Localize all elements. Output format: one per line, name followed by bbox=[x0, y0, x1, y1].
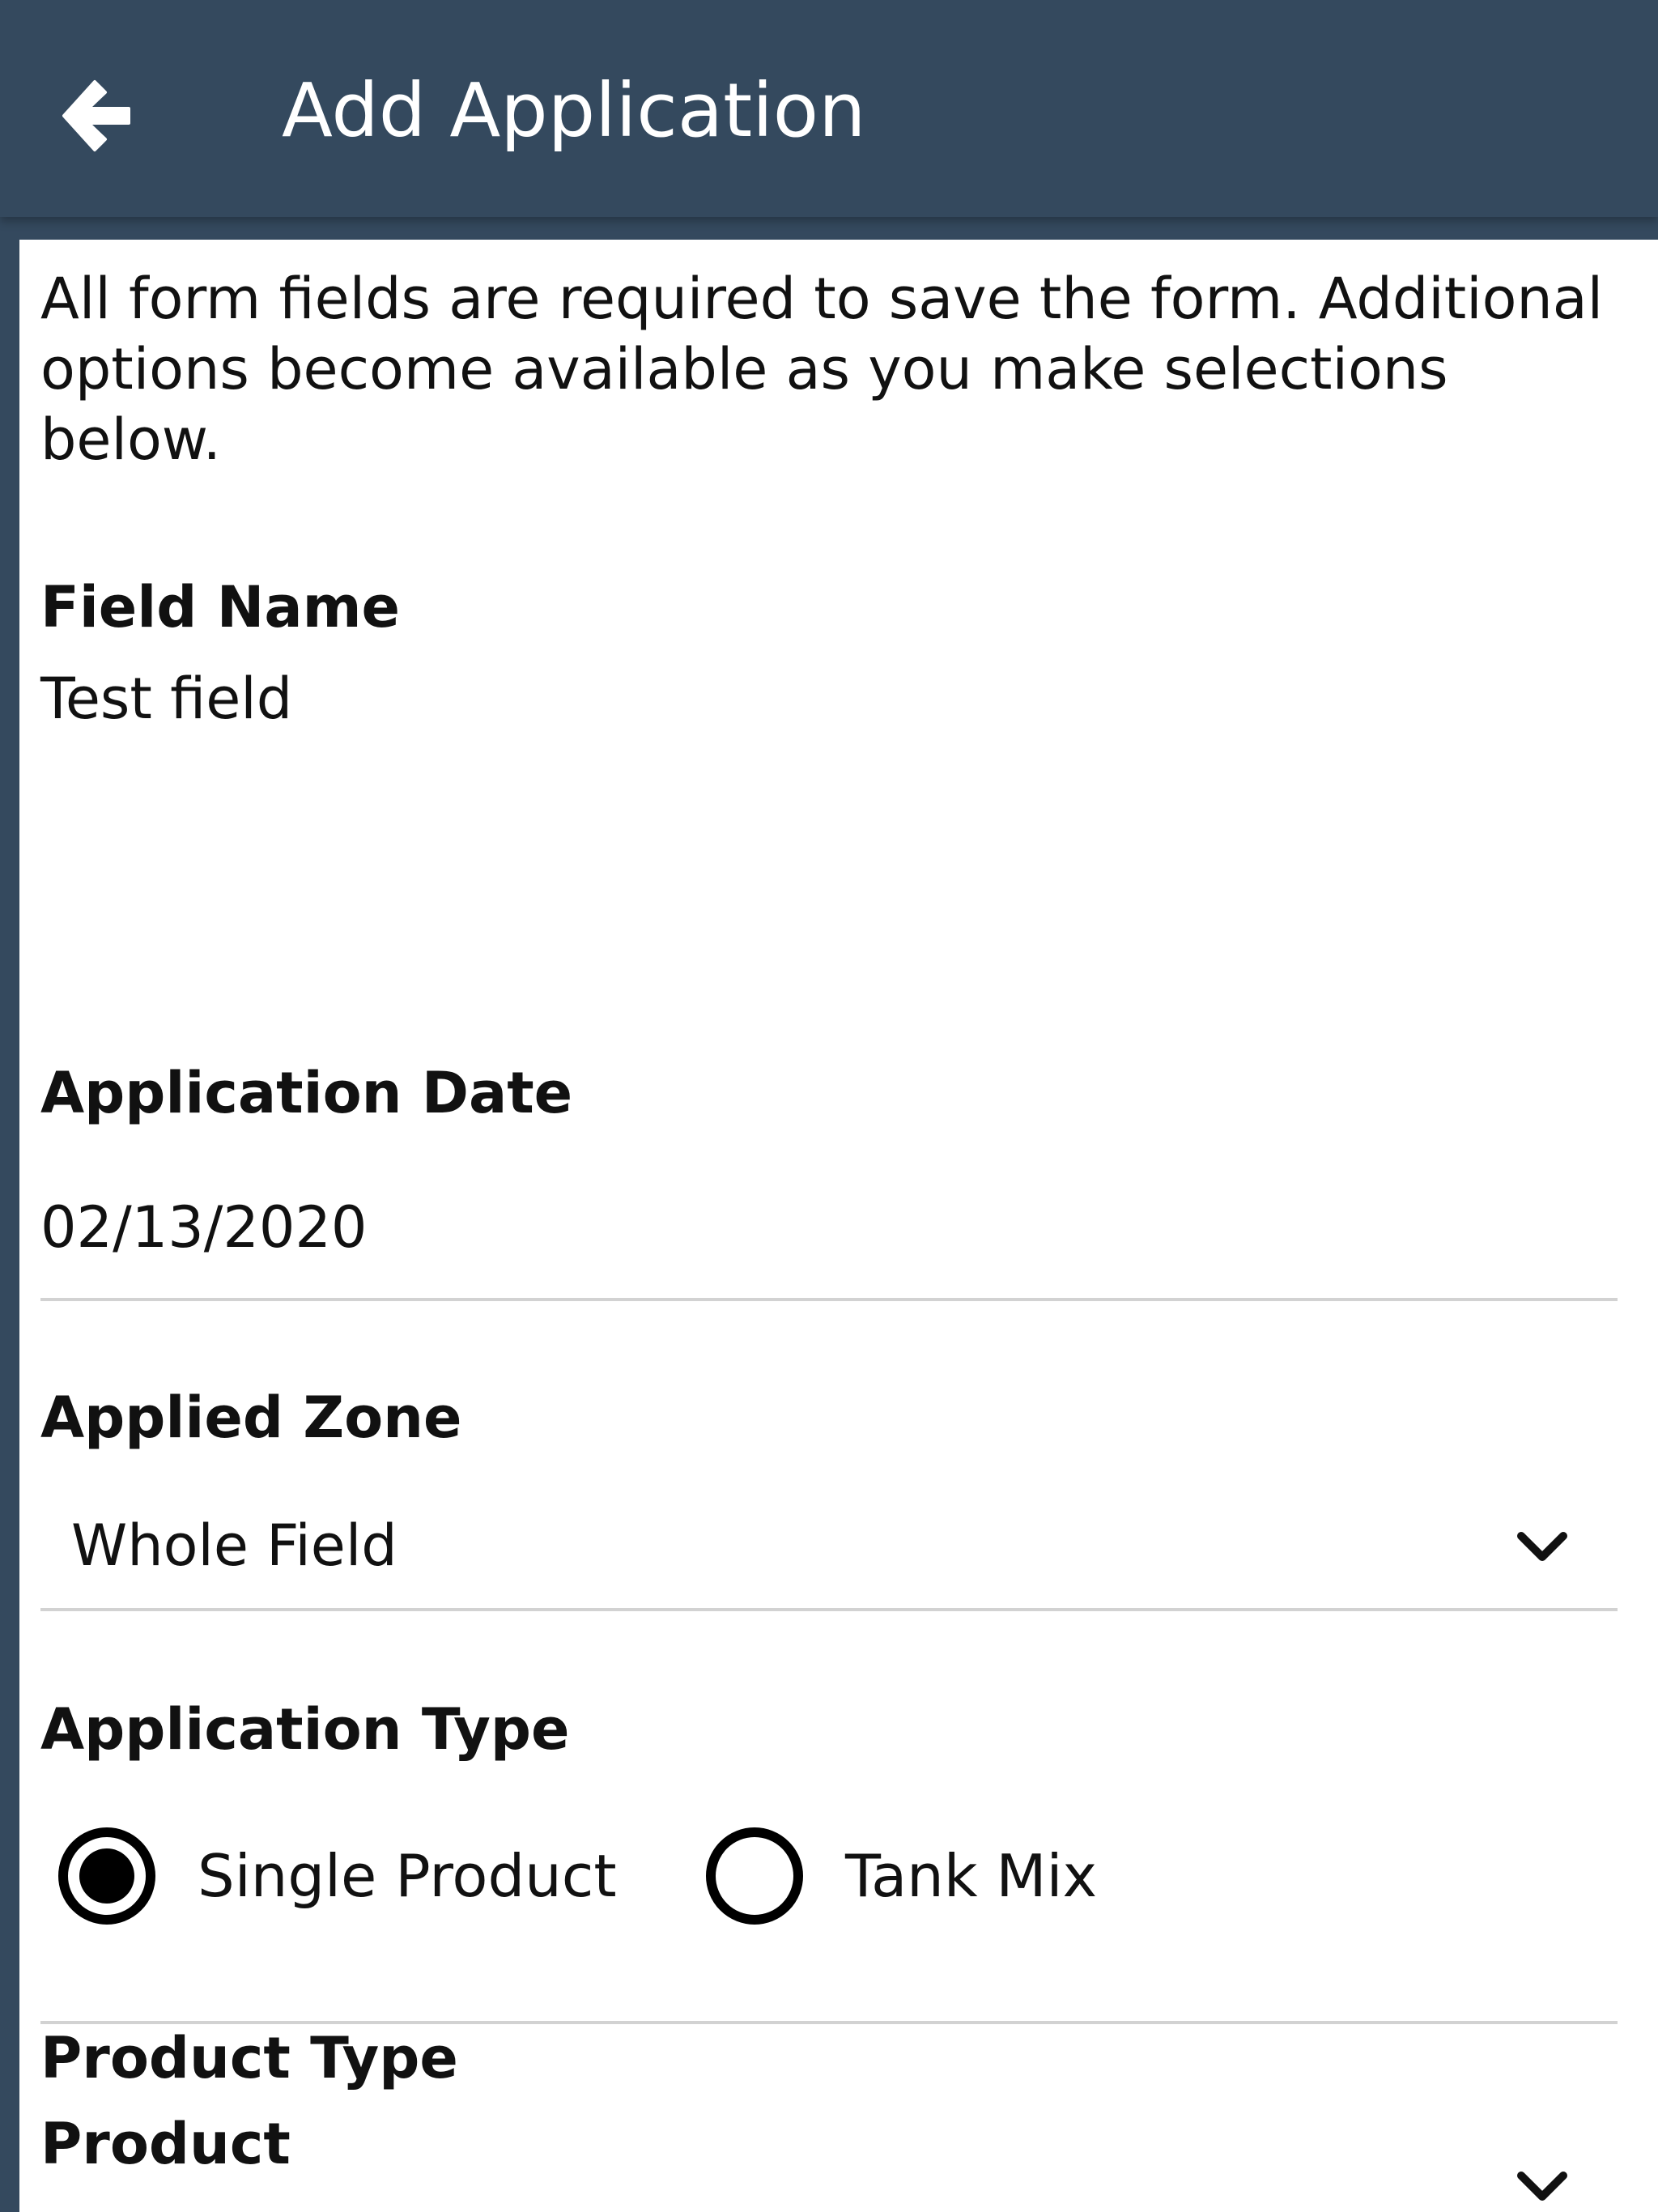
arrow-left-icon bbox=[62, 80, 130, 151]
application-date-underline bbox=[40, 1298, 1618, 1301]
form-instructions: All form fields are required to save the… bbox=[40, 266, 1604, 473]
radio-single-product-label: Single Product bbox=[198, 1842, 617, 1910]
product-type-label: Product Type bbox=[40, 2025, 458, 2091]
radio-single-product[interactable]: Single Product bbox=[57, 1823, 617, 1929]
radio-tank-mix-label: Tank Mix bbox=[845, 1842, 1098, 1910]
application-date-label: Application Date bbox=[40, 1060, 573, 1126]
product-label: Product bbox=[40, 2111, 291, 2177]
application-type-radio-group: Single Product Tank Mix bbox=[40, 1823, 1618, 1929]
field-name-value: Test field bbox=[40, 666, 293, 732]
radio-unselected-icon bbox=[704, 1826, 805, 1926]
application-date-input[interactable]: 02/13/2020 bbox=[40, 1193, 367, 1262]
radio-selected-icon bbox=[57, 1826, 157, 1926]
app-root: Add Application All form fields are requ… bbox=[0, 0, 1658, 2212]
applied-zone-select[interactable]: Whole Field bbox=[40, 1495, 1618, 1600]
top-app-bar: Add Application bbox=[0, 0, 1658, 217]
page-title: Add Application bbox=[282, 67, 866, 154]
product-type-underline bbox=[40, 2021, 1618, 2024]
radio-tank-mix[interactable]: Tank Mix bbox=[704, 1823, 1097, 1929]
chevron-down-icon bbox=[1514, 1519, 1571, 1576]
back-button[interactable] bbox=[50, 71, 139, 160]
applied-zone-selected-value: Whole Field bbox=[71, 1512, 397, 1579]
application-type-label: Application Type bbox=[40, 1696, 570, 1763]
field-name-label: Field Name bbox=[40, 574, 400, 640]
applied-zone-underline bbox=[40, 1608, 1618, 1611]
form-container: All form fields are required to save the… bbox=[19, 240, 1658, 2212]
applied-zone-label: Applied Zone bbox=[40, 1385, 462, 1451]
chevron-down-icon bbox=[1514, 2159, 1571, 2212]
